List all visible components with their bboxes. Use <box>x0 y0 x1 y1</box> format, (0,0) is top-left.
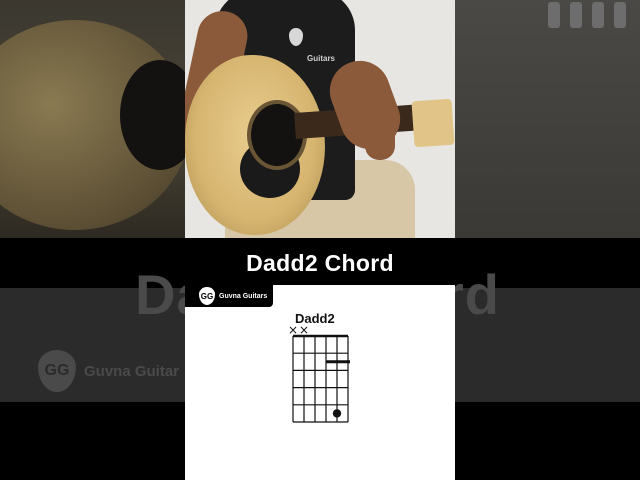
guitar-headstock <box>411 98 455 148</box>
right-backdrop: rd <box>455 0 640 480</box>
guitar-video-frame: Guitars <box>185 0 455 238</box>
muted-string-marker: × <box>288 323 298 337</box>
ghost-title-left: Da <box>135 263 185 326</box>
title-strip: Dadd2 Chord <box>185 238 455 288</box>
ghost-title-right: rd <box>455 263 500 326</box>
chord-card: GG Guvna Guitars Dadd2 × × <box>185 285 455 480</box>
muted-string-marker: × <box>299 323 309 337</box>
ghost-brand-name: Guvna Guitar <box>84 362 180 380</box>
center-column: Guitars Dadd2 Chord GG Guvna Guitars Dad… <box>185 0 455 480</box>
blurred-tuning-pegs <box>548 2 628 32</box>
blurred-wall <box>455 0 640 238</box>
shirt-text: Guitars <box>307 54 336 63</box>
chord-title: Dadd2 Chord <box>246 249 394 276</box>
fretting-hand <box>365 118 395 160</box>
ghost-brand-logo: GG Guvna Guitar <box>38 350 179 392</box>
left-backdrop: Da GG Guvna Guitar <box>0 0 185 480</box>
guitar-pick-icon: GG <box>38 350 76 392</box>
finger-dot <box>332 409 342 418</box>
chord-diagram: × × <box>288 323 350 423</box>
